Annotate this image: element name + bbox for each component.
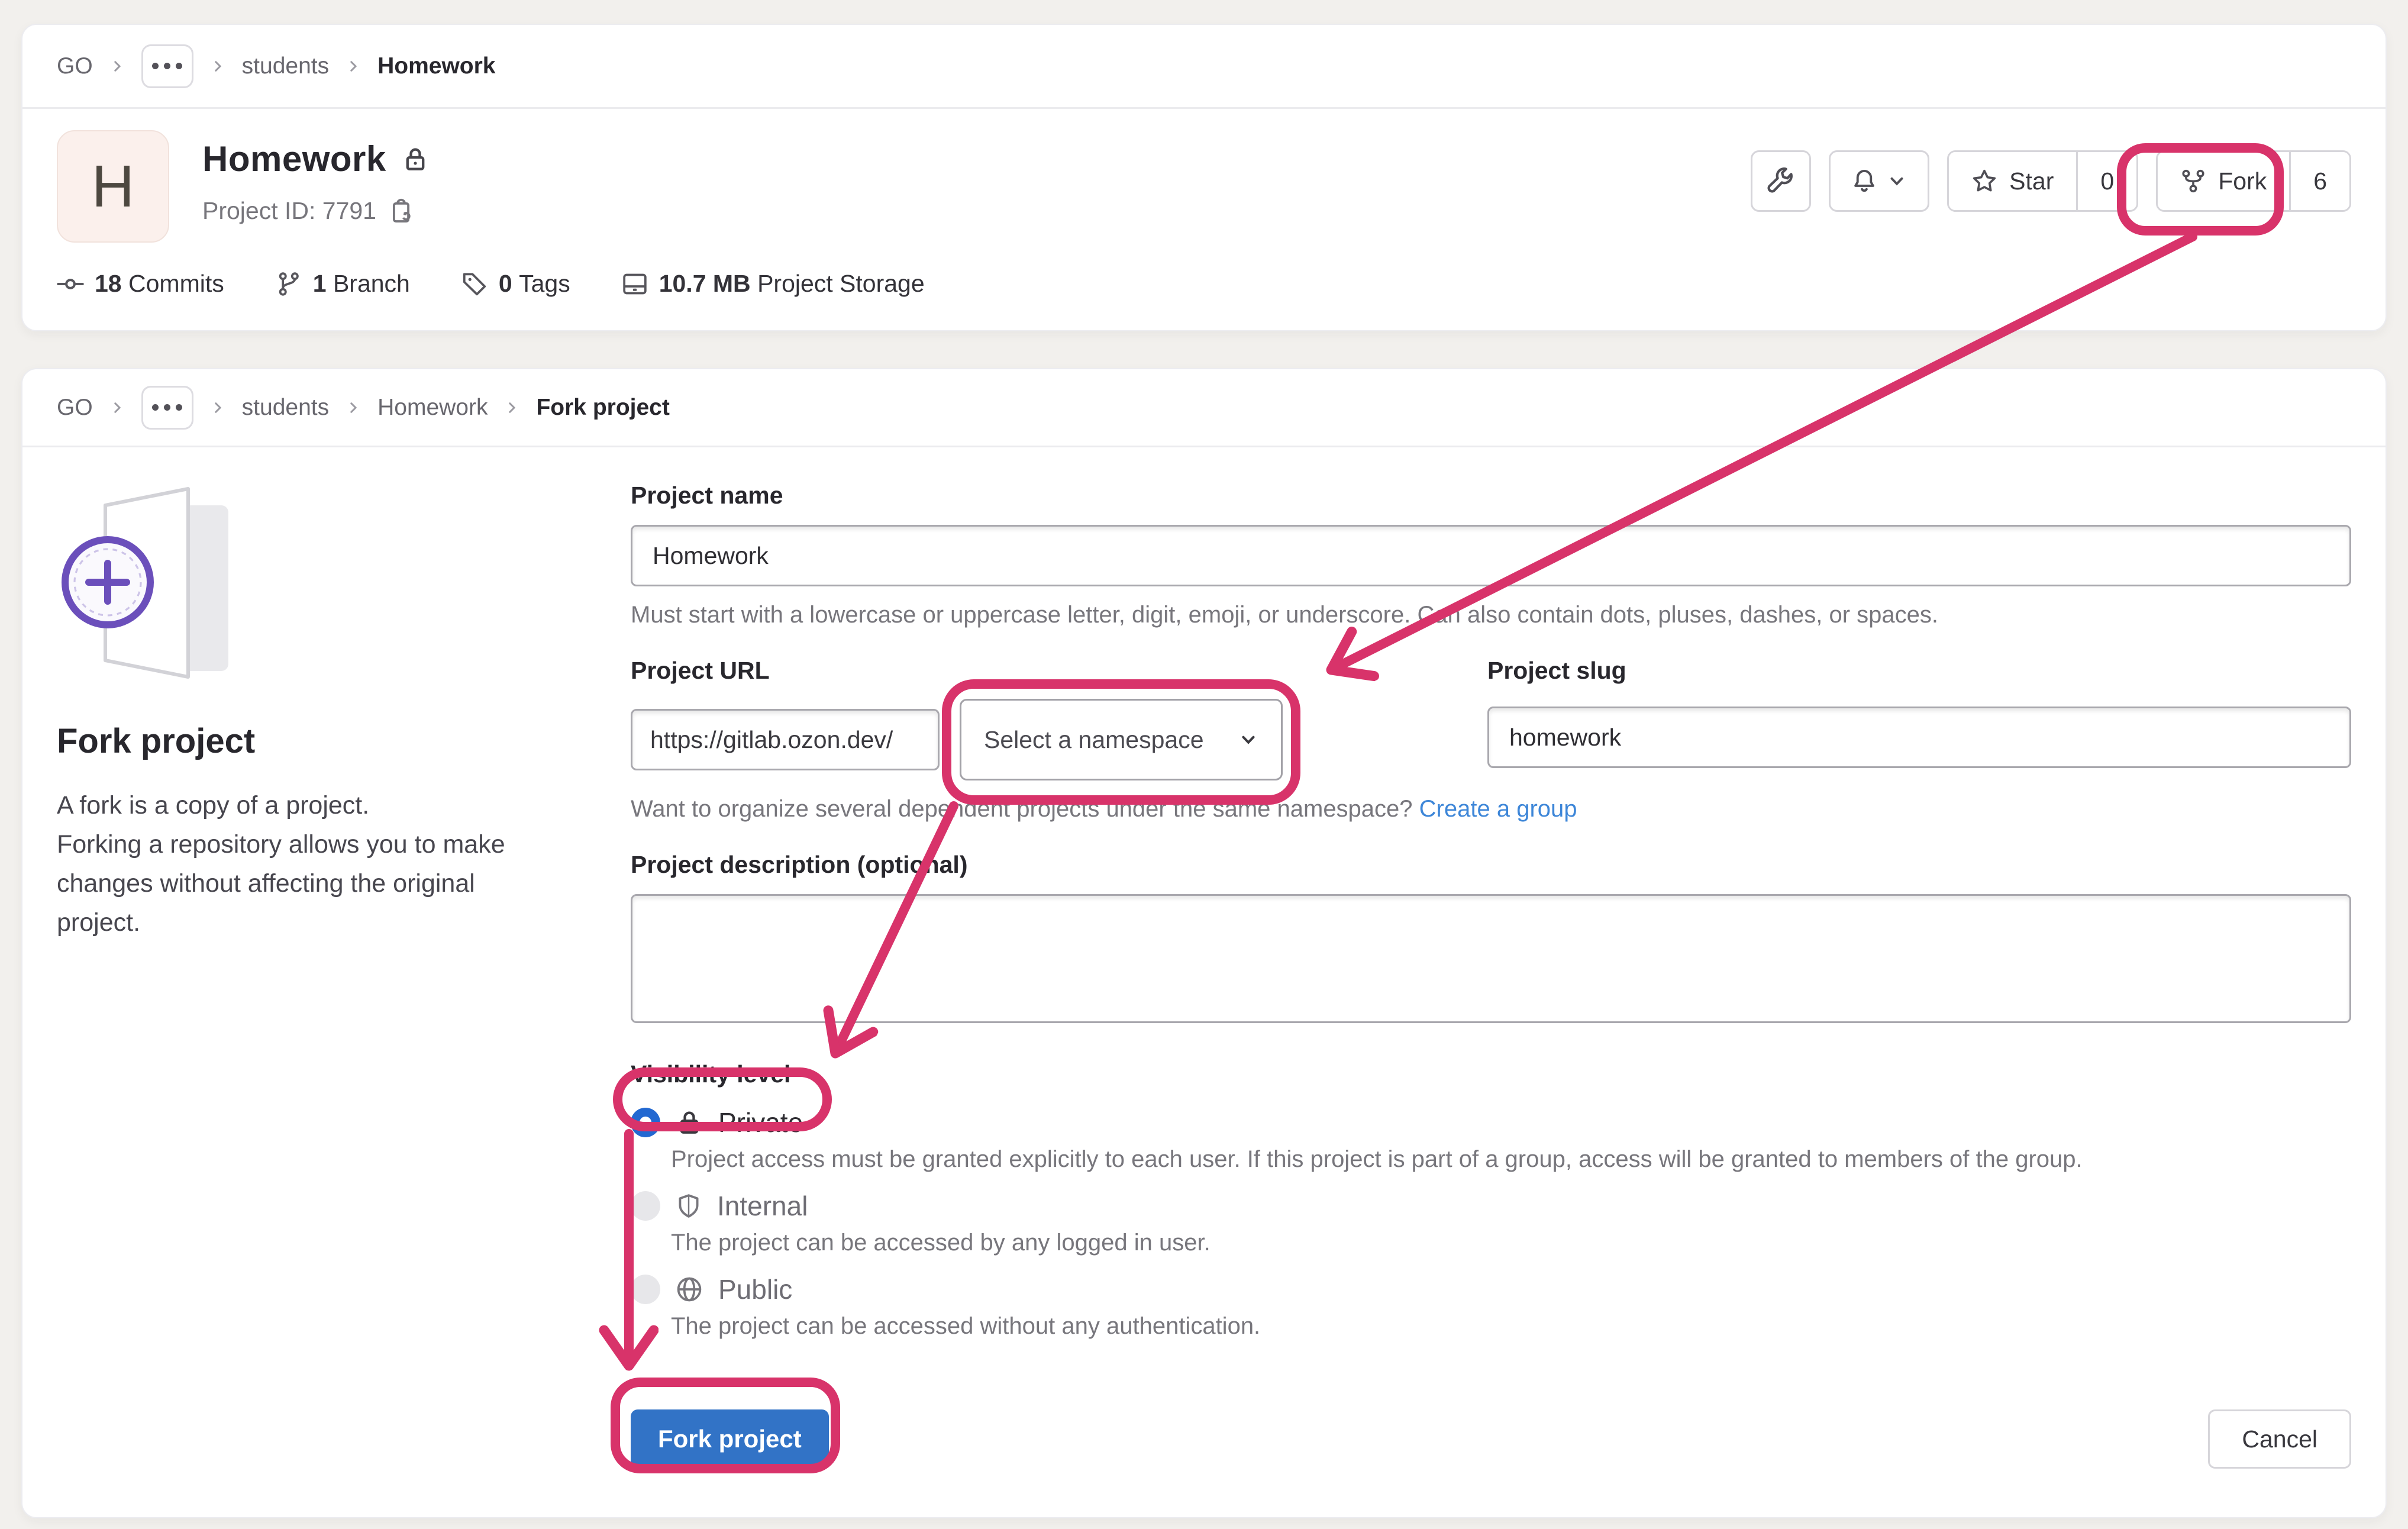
chevron-right-icon — [210, 400, 225, 415]
private-label: Private — [718, 1107, 803, 1138]
project-name-help: Must start with a lowercase or uppercase… — [631, 602, 2351, 628]
project-slug-input[interactable] — [1487, 707, 2351, 768]
fork-illustration — [58, 480, 253, 685]
internal-help: The project can be accessed by any logge… — [671, 1230, 2351, 1256]
private-radio[interactable] — [631, 1108, 660, 1137]
fork-button-label: Fork — [2218, 167, 2267, 195]
star-icon — [1971, 168, 1997, 194]
namespace-dropdown-label: Select a namespace — [984, 726, 1204, 754]
star-button-label: Star — [2009, 167, 2054, 195]
breadcrumb-current: Homework — [377, 53, 495, 79]
project-stats: 18 Commits 1 Branch 0 Tags 10.7 MB Proje… — [22, 270, 2386, 298]
chevron-right-icon — [210, 59, 225, 74]
namespace-help: Want to organize several dependent proje… — [631, 796, 2351, 822]
chevron-right-icon — [346, 59, 361, 74]
breadcrumb-root[interactable]: GO — [57, 395, 93, 421]
breadcrumb-parent[interactable]: students — [242, 395, 329, 421]
branches-stat[interactable]: 1 Branch — [275, 270, 410, 298]
internal-radio[interactable] — [631, 1191, 660, 1221]
fork-project-card: GO students Homework Fork project Fork p… — [21, 368, 2387, 1518]
project-name-input[interactable] — [631, 525, 2351, 586]
project-description-label: Project description (optional) — [631, 851, 2351, 879]
project-slug-label: Project slug — [1487, 657, 2351, 685]
tags-stat[interactable]: 0 Tags — [461, 270, 570, 298]
create-group-link[interactable]: Create a group — [1419, 796, 1577, 822]
visibility-level-label: Visibility level — [631, 1060, 2351, 1088]
star-button-group: Star 0 — [1947, 150, 2138, 212]
project-id-label: Project ID: 7791 — [202, 197, 376, 225]
fork-intro-line1: A fork is a copy of a project. — [57, 786, 536, 825]
fork-intro-title: Fork project — [57, 721, 579, 761]
branch-icon — [275, 270, 302, 298]
breadcrumb-root[interactable]: GO — [57, 53, 93, 79]
namespace-help-text: Want to organize several dependent proje… — [631, 796, 1413, 822]
visibility-option-private[interactable]: Private — [631, 1106, 2351, 1139]
cancel-button[interactable]: Cancel — [2208, 1409, 2351, 1469]
project-header-card: GO students Homework H Homework Project … — [21, 24, 2387, 331]
chevron-right-icon — [504, 400, 519, 415]
bell-icon — [1851, 168, 1877, 194]
project-url-base: https://gitlab.ozon.dev/ — [631, 709, 940, 770]
public-radio[interactable] — [631, 1275, 660, 1304]
wrench-icon — [1767, 167, 1795, 195]
breadcrumb: GO students Homework Fork project — [22, 369, 2386, 447]
commit-icon — [57, 270, 84, 298]
disk-icon — [621, 270, 648, 298]
fork-count[interactable]: 6 — [2289, 152, 2349, 210]
chevron-down-icon — [1887, 171, 1907, 191]
commits-stat[interactable]: 18 Commits — [57, 270, 224, 298]
project-description-textarea[interactable] — [631, 894, 2351, 1023]
project-avatar: H — [57, 130, 169, 243]
notifications-dropdown-button[interactable] — [1829, 150, 1929, 212]
public-label: Public — [718, 1273, 792, 1305]
shield-icon — [676, 1193, 702, 1219]
fork-button[interactable]: Fork — [2158, 152, 2289, 210]
project-name-label: Project name — [631, 482, 2351, 509]
star-count[interactable]: 0 — [2076, 152, 2136, 210]
star-count-value: 0 — [2100, 167, 2114, 195]
lock-icon — [676, 1109, 703, 1136]
globe-icon — [676, 1276, 703, 1303]
fork-count-value: 6 — [2313, 167, 2327, 195]
internal-label: Internal — [717, 1190, 808, 1222]
breadcrumb: GO students Homework — [22, 25, 2386, 109]
storage-stat[interactable]: 10.7 MB Project Storage — [621, 270, 925, 298]
breadcrumb-ellipsis-button[interactable] — [141, 44, 193, 88]
breadcrumb-current: Fork project — [536, 395, 669, 421]
visibility-option-internal[interactable]: Internal — [631, 1189, 2351, 1222]
chevron-right-icon — [109, 59, 125, 74]
lock-icon — [402, 146, 429, 173]
ellipsis-icon — [152, 404, 182, 411]
public-help: The project can be accessed without any … — [671, 1313, 2351, 1340]
private-help: Project access must be granted explicitl… — [671, 1146, 2351, 1173]
fork-project-submit-button[interactable]: Fork project — [631, 1409, 829, 1469]
star-button[interactable]: Star — [1949, 152, 2076, 210]
visibility-option-public[interactable]: Public — [631, 1273, 2351, 1306]
ellipsis-icon — [152, 63, 182, 69]
project-title: Homework — [202, 138, 386, 179]
breadcrumb-parent[interactable]: students — [242, 53, 329, 79]
fork-intro-line2: Forking a repository allows you to make … — [57, 825, 536, 942]
fork-button-group: Fork 6 — [2156, 150, 2351, 212]
fork-icon — [2180, 168, 2206, 194]
namespace-dropdown[interactable]: Select a namespace — [960, 699, 1283, 780]
copy-to-clipboard-icon[interactable] — [388, 198, 414, 224]
chevron-down-icon — [1238, 730, 1258, 750]
project-url-label: Project URL — [631, 657, 1289, 685]
breadcrumb-ellipsis-button[interactable] — [141, 386, 193, 430]
tag-icon — [461, 270, 488, 298]
maintenance-button[interactable] — [1751, 150, 1811, 212]
chevron-right-icon — [109, 400, 125, 415]
chevron-right-icon — [346, 400, 361, 415]
breadcrumb-project[interactable]: Homework — [377, 395, 488, 421]
